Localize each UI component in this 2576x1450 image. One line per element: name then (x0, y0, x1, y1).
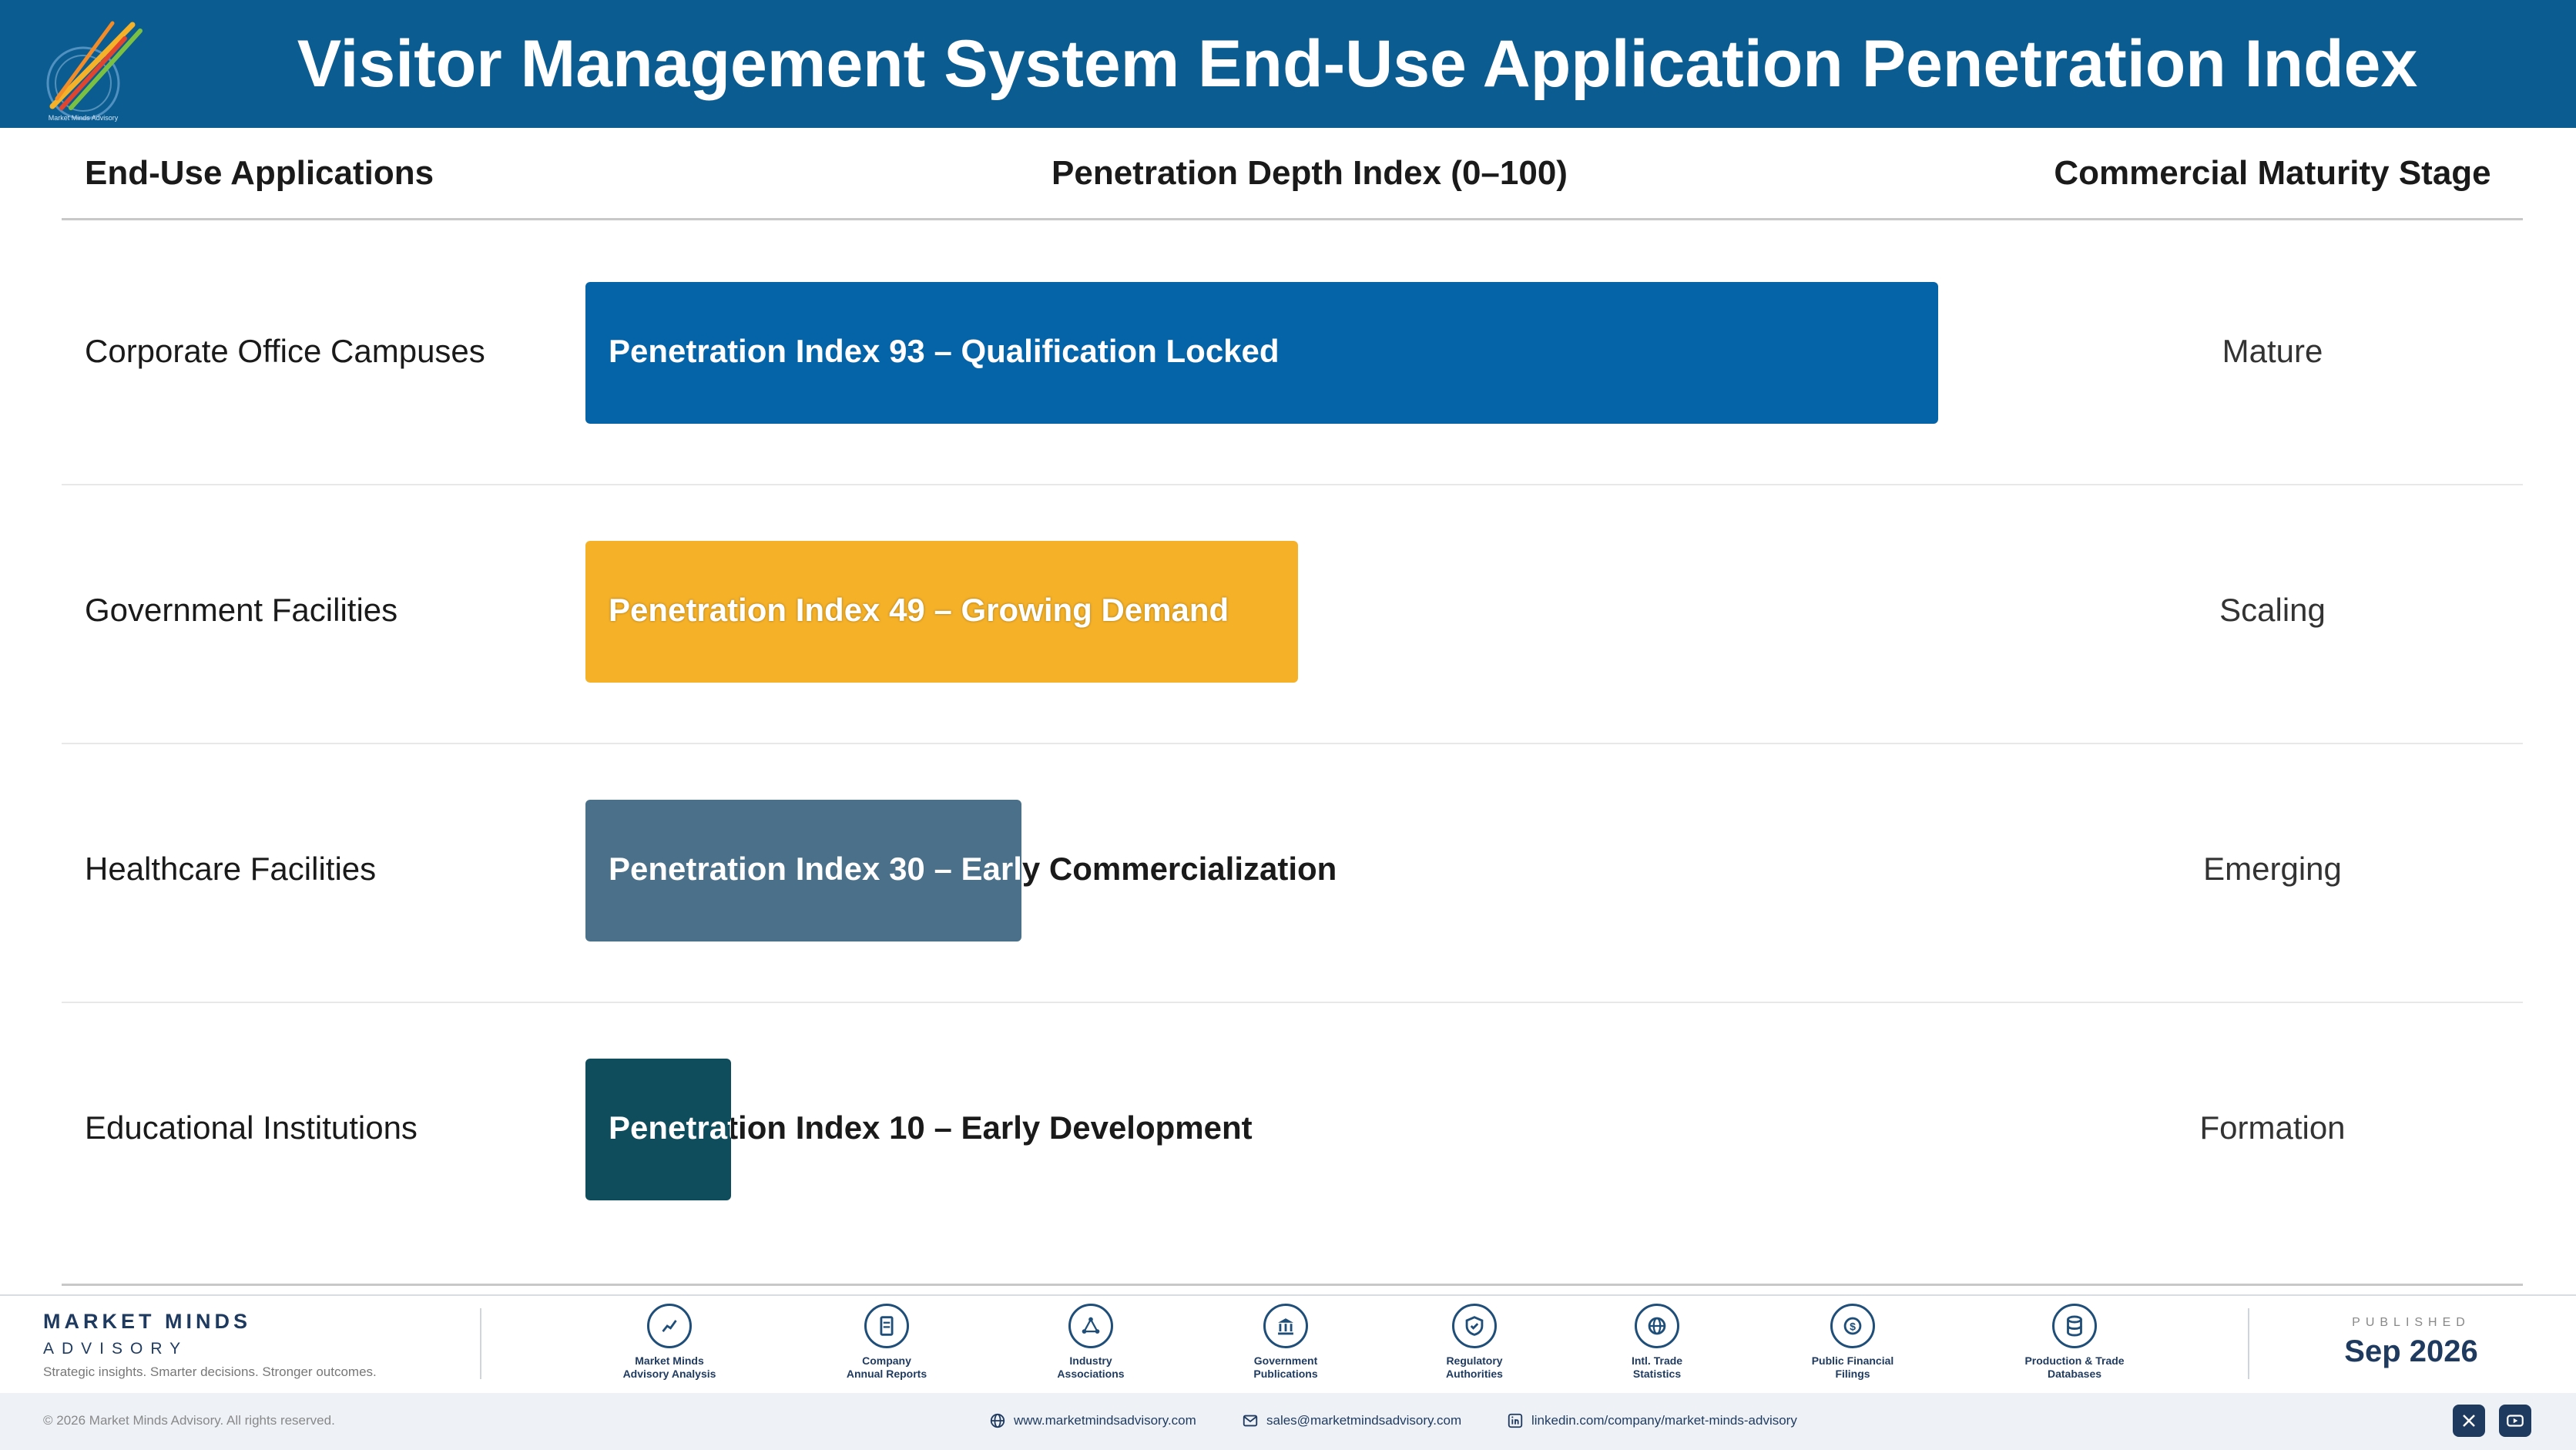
maturity-stage-label: Emerging (2203, 851, 2342, 887)
brand-logo-icon: Market Minds Advisory (46, 21, 143, 122)
youtube-icon (2507, 1415, 2524, 1427)
source-item: Production & Trade Databases (2005, 1304, 2144, 1381)
source-item: Regulatory Authorities (1405, 1304, 1544, 1381)
document-icon (864, 1304, 909, 1348)
youtube-social-button[interactable] (2499, 1405, 2531, 1437)
published-block: PUBLISHED Sep 2026 (2342, 1316, 2480, 1369)
application-label: Government Facilities (85, 592, 398, 628)
email-text: sales@marketmindsadvisory.com (1266, 1413, 1462, 1428)
network-icon (1068, 1304, 1113, 1348)
footer-brand: MARKET MINDS ADVISORY Strategic insights… (43, 1310, 377, 1380)
source-label: Intl. Trade Statistics (1631, 1354, 1683, 1380)
shield-check-icon (1452, 1304, 1497, 1348)
row-divider (62, 743, 2523, 744)
bar-data-label: Penetration Index 49 – Growing Demand (609, 592, 1229, 628)
source-label: Industry Associations (1057, 1354, 1125, 1380)
website-text: www.marketmindsadvisory.com (1014, 1413, 1196, 1428)
source-label: Public Financial Filings (1811, 1354, 1894, 1380)
row-divider (62, 1002, 2523, 1003)
brand-name: MARKET MINDS (43, 1310, 251, 1333)
source-item: Company Annual Reports (817, 1304, 956, 1381)
linkedin-link[interactable]: linkedin.com/company/market-minds-adviso… (1507, 1412, 1797, 1429)
database-icon (2052, 1304, 2097, 1348)
x-logo-icon (2463, 1415, 2475, 1427)
footer-divider-right (2248, 1308, 2249, 1379)
source-label: Regulatory Authorities (1446, 1354, 1503, 1380)
source-label: Company Annual Reports (846, 1354, 927, 1380)
government-building-icon (1263, 1304, 1308, 1348)
svg-text:$: $ (1850, 1321, 1856, 1334)
chart-bottom-divider (62, 1284, 2523, 1286)
source-item: $ Public Financial Filings (1783, 1304, 1922, 1381)
source-item: Market Minds Advisory Analysis (600, 1304, 739, 1381)
footer-divider-left (480, 1308, 481, 1379)
bar-data-label: Penetration Index 30 – Early Commerciali… (609, 851, 1337, 887)
application-label: Educational Institutions (85, 1109, 418, 1146)
globe-icon (1635, 1304, 1679, 1348)
mail-icon (1243, 1415, 1258, 1427)
column-header-stage: Commercial Maturity Stage (2054, 154, 2491, 192)
published-label: PUBLISHED (2352, 1316, 2470, 1329)
column-header-applications: End-Use Applications (85, 154, 434, 192)
maturity-stage-label: Formation (2199, 1109, 2346, 1146)
svg-text:Market Minds Advisory: Market Minds Advisory (49, 114, 119, 122)
application-label: Corporate Office Campuses (85, 333, 485, 369)
maturity-stage-label: Scaling (2219, 592, 2326, 628)
website-link[interactable]: www.marketmindsadvisory.com (989, 1412, 1196, 1429)
application-label: Healthcare Facilities (85, 851, 377, 887)
maturity-stage-label: Mature (2222, 333, 2323, 369)
globe-icon (990, 1413, 1005, 1428)
row-divider (62, 484, 2523, 485)
bar-data-label: Penetration Index 93 – Qualification Loc… (609, 333, 1280, 369)
linkedin-text: linkedin.com/company/market-minds-adviso… (1531, 1413, 1797, 1428)
brand-subtitle: ADVISORY (43, 1340, 189, 1358)
column-header-index: Penetration Depth Index (0–100) (1052, 154, 1568, 192)
source-item: Industry Associations (1021, 1304, 1160, 1381)
page-title: Visitor Management System End-Use Applic… (297, 27, 2418, 101)
header-divider (62, 218, 2523, 220)
source-label: Production & Trade Databases (2024, 1354, 2125, 1380)
source-label: Market Minds Advisory Analysis (622, 1354, 716, 1380)
published-date: Sep 2026 (2344, 1334, 2478, 1368)
linkedin-icon (1508, 1413, 1523, 1428)
chart-line-icon (647, 1304, 692, 1348)
source-item: Intl. Trade Statistics (1588, 1304, 1726, 1381)
header-bar: Market Minds Advisory Visitor Management… (0, 0, 2576, 128)
x-social-button[interactable] (2453, 1405, 2485, 1437)
copyright-text: © 2026 Market Minds Advisory. All rights… (43, 1413, 335, 1428)
bar-data-label: Penetration Index 10 – Early Development (609, 1109, 1253, 1146)
source-label: Government Publications (1253, 1354, 1318, 1380)
email-link[interactable]: sales@marketmindsadvisory.com (1242, 1412, 1461, 1429)
brand-tagline: Strategic insights. Smarter decisions. S… (43, 1364, 377, 1379)
source-item: Government Publications (1216, 1304, 1355, 1381)
dollar-coin-icon: $ (1830, 1304, 1875, 1348)
